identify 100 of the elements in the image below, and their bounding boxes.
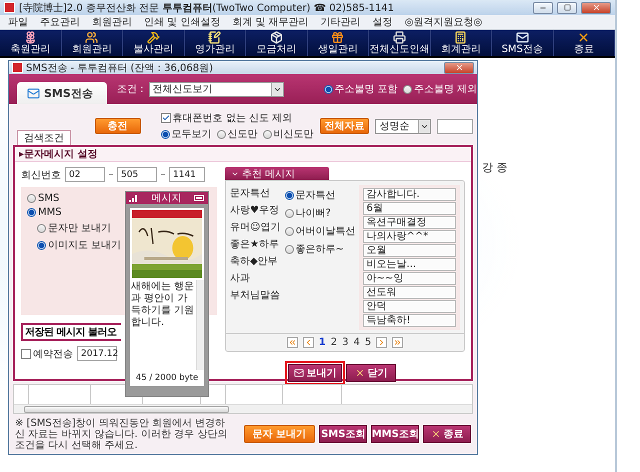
menu-item[interactable]: 주요관리 bbox=[40, 15, 80, 29]
filter-radio[interactable]: 신도만 bbox=[216, 127, 258, 141]
category-item[interactable]: 부처님말씀 bbox=[230, 287, 282, 304]
page-number[interactable]: 3 bbox=[342, 337, 348, 348]
notepad-icon bbox=[208, 31, 222, 44]
toolbar-button[interactable]: 회원관리 bbox=[62, 30, 123, 56]
filter-radio[interactable]: 모두보기 bbox=[160, 127, 212, 141]
message-item[interactable]: 나의사랑^^* bbox=[362, 230, 456, 243]
minimize-button[interactable] bbox=[533, 2, 553, 14]
last-page-icon[interactable] bbox=[392, 337, 404, 348]
page-number[interactable]: 5 bbox=[364, 337, 372, 348]
people-icon bbox=[85, 31, 98, 44]
message-item[interactable]: 6월 bbox=[362, 202, 456, 215]
send-button[interactable]: 보내기 bbox=[288, 364, 342, 382]
gift-icon bbox=[331, 31, 344, 44]
category-item[interactable]: 축하◆안부 bbox=[230, 253, 282, 270]
maximize-button[interactable] bbox=[557, 2, 577, 14]
toolbar-button[interactable]: 종료 bbox=[554, 30, 615, 56]
menu-item[interactable]: 파일 bbox=[8, 15, 28, 29]
footer-note: ※ [SMS전송]창이 띄워진동안 회원에서 변경하신 자료는 바뀌지 않습니다. 이러한 경우 상단의 조건을 다시 선택해 주세요. bbox=[15, 418, 228, 450]
page-number[interactable]: 1 bbox=[318, 337, 326, 348]
previous-page-icon[interactable] bbox=[302, 337, 314, 348]
menu-item[interactable]: ◎원격지원요청◎ bbox=[404, 15, 482, 29]
load-message-button[interactable]: 저장된 메시지 불러오 bbox=[21, 323, 121, 341]
category-item[interactable]: 사과 bbox=[230, 270, 282, 287]
footer-button[interactable]: SMS조회 bbox=[319, 425, 368, 443]
toolbar-button[interactable]: 전체신도인쇄 bbox=[369, 30, 430, 56]
printer-icon bbox=[392, 31, 406, 44]
close-icon bbox=[430, 429, 441, 439]
category-item[interactable]: 유머☺엽기 bbox=[230, 219, 282, 236]
toolbar-button[interactable]: 모금처리 bbox=[246, 30, 308, 56]
next-page-icon[interactable] bbox=[376, 337, 388, 348]
battery-icon bbox=[194, 195, 205, 201]
search-field[interactable] bbox=[437, 118, 473, 134]
phone-number-field[interactable]: 1141 bbox=[169, 167, 205, 182]
toolbar-button[interactable]: 생일관리 bbox=[308, 30, 369, 56]
category-item[interactable]: 사랑♥우정 bbox=[230, 202, 282, 219]
subcategory-radio[interactable]: 문자특선 bbox=[284, 188, 356, 202]
message-item[interactable]: 선도워 bbox=[362, 286, 456, 299]
mail-icon bbox=[294, 368, 304, 378]
address-radio[interactable]: 주소불명 제외 bbox=[402, 82, 477, 96]
page-number[interactable]: 4 bbox=[353, 337, 360, 348]
close-button[interactable] bbox=[581, 2, 611, 14]
message-item[interactable]: 옥션구매결정 bbox=[362, 216, 456, 229]
close-icon bbox=[354, 368, 364, 378]
toolbar-button[interactable]: 축원관리 bbox=[0, 30, 62, 56]
phone-number-field[interactable]: 02 bbox=[65, 167, 105, 182]
hammer-icon bbox=[146, 31, 160, 44]
message-type-radio[interactable]: MMS bbox=[27, 207, 62, 218]
toolbar-button[interactable]: 영가관리 bbox=[184, 30, 246, 56]
menu-item[interactable]: 기타관리 bbox=[320, 15, 361, 29]
close-dialog-button[interactable]: 닫기 bbox=[346, 364, 396, 382]
menu-item[interactable]: 인쇄 및 인쇄설정 bbox=[144, 15, 220, 29]
category-item[interactable]: 문자특선 bbox=[230, 185, 282, 202]
close-button[interactable] bbox=[444, 62, 474, 74]
horizontal-scrollbar[interactable] bbox=[14, 404, 472, 413]
message-item[interactable]: 감사합니다. bbox=[362, 188, 456, 201]
subcategory-radio[interactable]: 나이뻐? bbox=[284, 206, 356, 220]
subcategory-radio[interactable]: 좋은하루~ bbox=[284, 242, 356, 256]
flower-icon bbox=[24, 31, 37, 44]
toolbar-button[interactable]: 회계관리 bbox=[430, 30, 492, 56]
condition-dropdown[interactable]: 전체신도보기 bbox=[148, 82, 284, 96]
reserve-checkbox[interactable]: 예약전송 bbox=[21, 346, 73, 360]
message-type-radio[interactable]: SMS bbox=[27, 193, 60, 204]
filter-radio[interactable]: 비신도만 bbox=[262, 127, 314, 141]
message-item[interactable]: 오월 bbox=[362, 244, 456, 257]
close-icon bbox=[454, 63, 464, 72]
search-tab[interactable]: 검색조건 bbox=[17, 130, 71, 145]
date-field[interactable]: 2017.12 bbox=[77, 346, 117, 361]
app-icon bbox=[4, 2, 15, 13]
message-item[interactable]: 비오는날... bbox=[362, 258, 456, 271]
address-radio[interactable]: 주소불명 포함 bbox=[324, 82, 398, 96]
mms-option-radio[interactable]: 문자만 보내기 bbox=[37, 221, 112, 235]
message-item[interactable]: 득남축하! bbox=[362, 314, 456, 327]
vertical-scrollbar[interactable] bbox=[196, 280, 204, 370]
category-item[interactable]: 좋은★하루 bbox=[230, 236, 282, 253]
page-number[interactable]: 2 bbox=[330, 337, 338, 348]
phone-title: 메시지 bbox=[152, 192, 182, 205]
mms-option-radio[interactable]: 이미지도 보내기 bbox=[37, 238, 122, 252]
maximize-icon bbox=[564, 4, 570, 11]
close-icon bbox=[592, 3, 600, 12]
first-page-icon[interactable] bbox=[286, 337, 298, 348]
toolbar-button[interactable]: 불사관리 bbox=[123, 30, 184, 56]
exclude-checkbox[interactable]: 휴대폰번호 없는 신도 제외 bbox=[160, 111, 314, 125]
menu-item[interactable]: 회계 및 재무관리 bbox=[232, 15, 309, 29]
recommend-header: 추천 메시지 bbox=[225, 167, 329, 180]
dialog-title: SMS전송 - 투투컴퓨터 (잔액 : 36,068원) bbox=[26, 62, 214, 74]
sms-tab[interactable]: SMS전송 bbox=[17, 82, 107, 104]
subcategory-radio[interactable]: 어버이날특선 bbox=[284, 224, 356, 238]
phone-number-field[interactable]: 505 bbox=[117, 167, 157, 182]
mail-icon bbox=[516, 31, 529, 44]
sort-dropdown[interactable]: 성명순 bbox=[375, 118, 432, 134]
message-item[interactable]: 안덕 bbox=[362, 300, 456, 313]
menu-item[interactable]: 설정 bbox=[372, 15, 393, 29]
footer-button[interactable]: MMS조회 bbox=[371, 425, 420, 443]
menu-item[interactable]: 회원관리 bbox=[92, 15, 132, 29]
signal-icon bbox=[129, 194, 139, 202]
toolbar-button[interactable]: SMS전송 bbox=[492, 30, 554, 56]
footer-button[interactable]: 종료 bbox=[423, 425, 471, 443]
message-item[interactable]: 아~~잉 bbox=[362, 272, 456, 285]
